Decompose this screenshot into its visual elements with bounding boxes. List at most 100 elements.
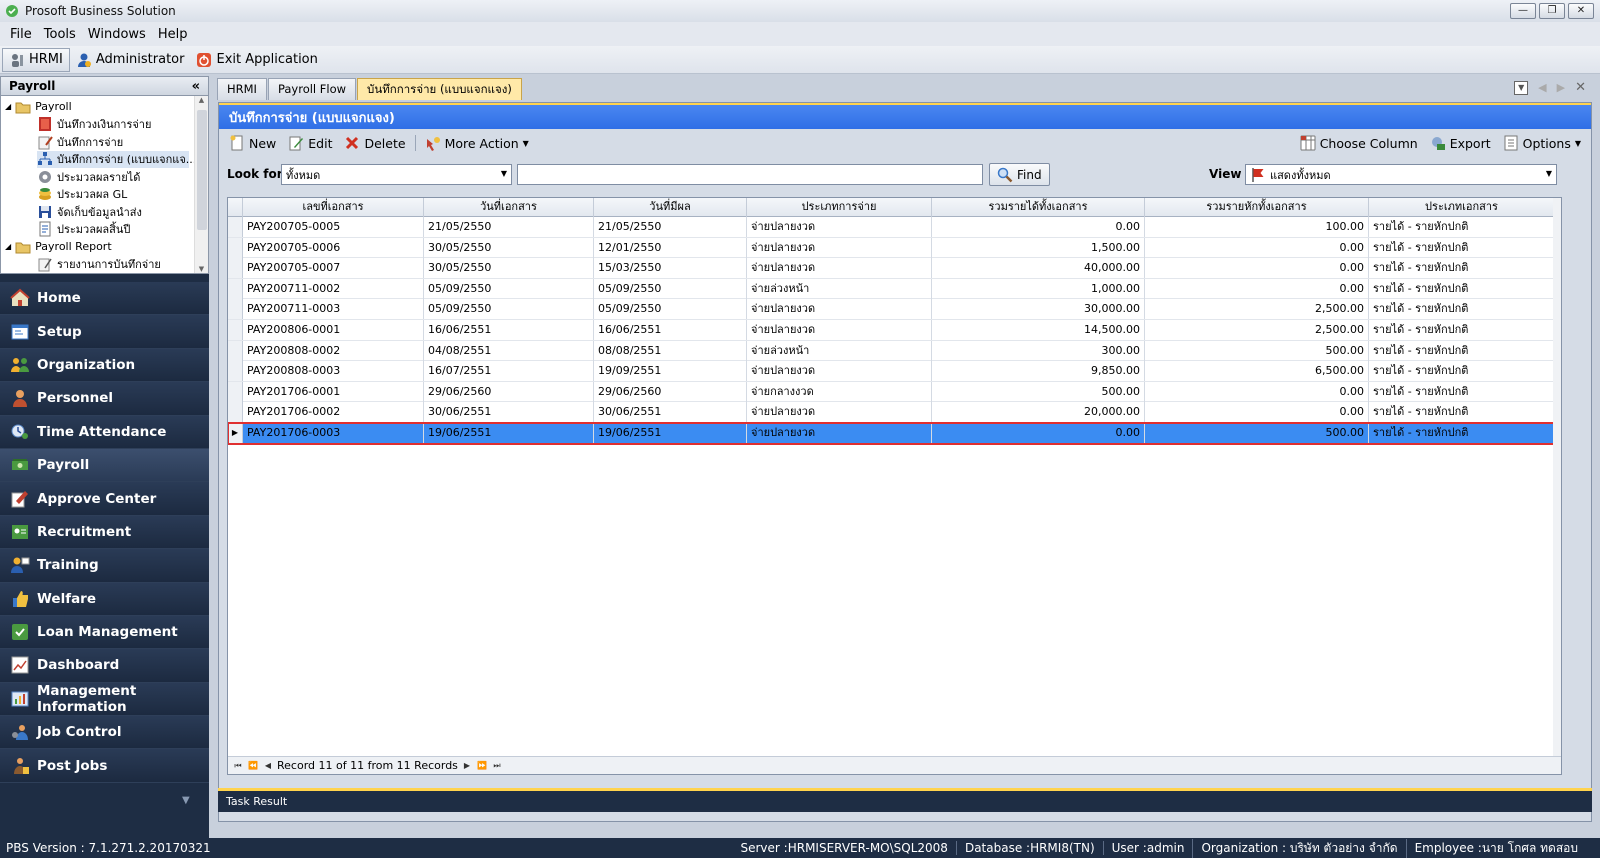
table-cell[interactable]: 0.00: [1145, 402, 1369, 423]
table-cell[interactable]: 2,500.00: [1145, 299, 1369, 320]
nav-time-attendance[interactable]: Time Attendance: [0, 415, 209, 449]
table-cell[interactable]: จ่ายปลายงวด: [747, 217, 932, 237]
table-cell[interactable]: 0.00: [932, 423, 1145, 443]
expand-icon[interactable]: ◢: [5, 242, 11, 251]
nav-personnel[interactable]: Personnel: [0, 382, 209, 416]
new-button[interactable]: New: [223, 132, 282, 154]
nav-welfare[interactable]: Welfare: [0, 582, 209, 616]
delete-button[interactable]: Delete: [338, 132, 411, 154]
tab-close-icon[interactable]: ✕: [1575, 80, 1586, 95]
administrator-button[interactable]: Administrator: [70, 48, 191, 72]
nav-organization[interactable]: Organization: [0, 348, 209, 383]
table-cell[interactable]: 0.00: [932, 217, 1145, 237]
tree-scroll-thumb[interactable]: [197, 110, 207, 230]
edit-button[interactable]: Edit: [282, 132, 338, 154]
hrmi-module-button[interactable]: HRMI: [2, 47, 70, 72]
find-button[interactable]: Find: [989, 163, 1050, 186]
table-cell[interactable]: 30,000.00: [932, 299, 1145, 320]
row-indicator[interactable]: ▶: [228, 423, 243, 443]
table-row[interactable]: PAY200705-0007 30/05/2550 15/03/2550 จ่ายปล…: [228, 258, 1555, 279]
table-cell[interactable]: 30/05/2550: [424, 237, 594, 258]
tab-scroll-left-icon[interactable]: ◀: [1538, 81, 1546, 94]
table-row[interactable]: PAY200808-0002 04/08/2551 08/08/2551 จ่ายล่…: [228, 340, 1555, 362]
table-row[interactable]: PAY200705-0005 21/05/2550 21/05/2550 จ่ายปล…: [228, 217, 1555, 238]
table-cell[interactable]: รายได้ - รายหักปกติ: [1369, 258, 1555, 279]
exit-application-button[interactable]: Exit Application: [190, 48, 323, 72]
table-row[interactable]: ▶ PAY201706-0003 19/06/2551 19/06/2551 จ่ายป…: [228, 422, 1556, 445]
nav-training[interactable]: Training: [0, 549, 209, 583]
table-row[interactable]: PAY201706-0002 30/06/2551 30/06/2551 จ่ายปล…: [228, 402, 1555, 423]
row-indicator[interactable]: [228, 278, 243, 299]
table-cell[interactable]: จ่ายปลายงวด: [747, 299, 932, 320]
table-cell[interactable]: PAY200808-0002: [243, 340, 424, 361]
table-cell[interactable]: จ่ายล่วงหน้า: [747, 278, 932, 299]
table-cell[interactable]: รายได้ - รายหักปกติ: [1369, 381, 1555, 402]
table-cell[interactable]: 100.00: [1145, 217, 1369, 237]
tree-item-process-gl[interactable]: ประมวลผล GL: [37, 186, 127, 203]
column-header[interactable]: เลขที่เอกสาร: [243, 198, 424, 217]
scroll-down-icon[interactable]: ▼: [195, 265, 208, 273]
collapse-panel-icon[interactable]: «: [192, 79, 200, 94]
tree-item-year-end[interactable]: ประมวลผลสิ้นปี: [37, 221, 130, 238]
table-cell[interactable]: 21/05/2550: [424, 217, 594, 237]
nav-loan-management[interactable]: Loan Management: [0, 615, 209, 650]
table-row[interactable]: PAY200808-0003 16/07/2551 19/09/2551 จ่ายปล…: [228, 361, 1555, 382]
table-cell[interactable]: 16/06/2551: [594, 320, 747, 340]
row-indicator[interactable]: [228, 258, 243, 279]
table-row[interactable]: PAY200806-0001 16/06/2551 16/06/2551 จ่ายปล…: [228, 320, 1555, 341]
table-cell[interactable]: 0.00: [1145, 278, 1369, 299]
table-cell[interactable]: 500.00: [1145, 423, 1369, 443]
table-cell[interactable]: 29/06/2560: [594, 381, 747, 402]
table-cell[interactable]: จ่ายปลายงวด: [747, 361, 932, 382]
look-for-dropdown[interactable]: ทั้งหมด ▼: [281, 164, 512, 185]
table-cell[interactable]: 12/01/2550: [594, 237, 747, 258]
column-header[interactable]: วันที่เอกสาร: [424, 198, 594, 217]
tree-item-store-submission[interactable]: จัดเก็บข้อมูลนำส่ง: [37, 203, 142, 220]
menu-tools[interactable]: Tools: [38, 27, 82, 42]
table-cell[interactable]: PAY201706-0001: [243, 381, 424, 402]
tree-item-process-income[interactable]: ประมวลผลรายได้: [37, 168, 140, 185]
tree-scrollbar[interactable]: ▲ ▼: [194, 96, 208, 273]
table-cell[interactable]: 21/05/2550: [594, 217, 747, 237]
column-header[interactable]: รวมรายได้ทั้งเอกสาร: [932, 198, 1145, 217]
menu-file[interactable]: File: [4, 27, 38, 42]
tab-scroll-right-icon[interactable]: ▶: [1557, 81, 1565, 94]
table-row[interactable]: PAY200711-0002 05/09/2550 05/09/2550 จ่ายล่…: [228, 278, 1555, 300]
table-cell[interactable]: PAY200705-0005: [243, 217, 424, 237]
table-cell[interactable]: 05/09/2550: [594, 299, 747, 320]
table-row[interactable]: PAY200705-0006 30/05/2550 12/01/2550 จ่ายปล…: [228, 237, 1555, 259]
table-cell[interactable]: PAY201706-0002: [243, 402, 424, 423]
table-row[interactable]: PAY200711-0003 05/09/2550 05/09/2550 จ่ายปล…: [228, 299, 1555, 320]
nav-recruitment[interactable]: Recruitment: [0, 515, 209, 550]
table-cell[interactable]: รายได้ - รายหักปกติ: [1369, 423, 1555, 443]
tree-item-payment-detailed[interactable]: บันทึกการจ่าย (แบบแจกแจ...: [37, 150, 196, 168]
tab-payment-detailed[interactable]: บันทึกการจ่าย (แบบแจกแจง): [357, 78, 522, 100]
choose-column-button[interactable]: Choose Column: [1294, 132, 1424, 154]
nav-dashboard[interactable]: Dashboard: [0, 649, 209, 683]
table-cell[interactable]: 40,000.00: [932, 258, 1145, 279]
tree-item-payment-limit[interactable]: บันทึกวงเงินการจ่าย: [37, 116, 151, 133]
more-action-button[interactable]: More Action ▼: [419, 132, 535, 154]
table-cell[interactable]: 30/06/2551: [424, 402, 594, 423]
table-cell[interactable]: รายได้ - รายหักปกติ: [1369, 402, 1555, 423]
table-cell[interactable]: 16/07/2551: [424, 361, 594, 382]
tree-item-payment-record[interactable]: บันทึกการจ่าย: [37, 133, 123, 150]
close-icon[interactable]: ✕: [1568, 3, 1594, 19]
nav-job-control[interactable]: Job Control: [0, 716, 209, 750]
view-dropdown[interactable]: แสดงทั้งหมด ▼: [1245, 164, 1557, 185]
table-cell[interactable]: 04/08/2551: [424, 340, 594, 361]
previous-page-icon[interactable]: ⏪: [247, 760, 259, 772]
previous-record-icon[interactable]: ◀: [262, 760, 274, 772]
table-cell[interactable]: รายได้ - รายหักปกติ: [1369, 340, 1555, 361]
table-cell[interactable]: PAY200705-0006: [243, 237, 424, 258]
table-row[interactable]: PAY201706-0001 29/06/2560 29/06/2560 จ่ายกล…: [228, 381, 1555, 403]
tree-item-payment-report[interactable]: รายงานการบันทึกจ่าย: [37, 256, 161, 273]
nav-management-information[interactable]: Management Information: [0, 682, 209, 717]
table-cell[interactable]: จ่ายปลายงวด: [747, 237, 932, 258]
row-indicator[interactable]: [228, 402, 243, 423]
task-result-bar[interactable]: Task Result: [218, 788, 1592, 812]
tab-hrmi[interactable]: HRMI: [217, 78, 267, 100]
table-cell[interactable]: รายได้ - รายหักปกติ: [1369, 361, 1555, 382]
row-indicator[interactable]: [228, 217, 243, 237]
table-cell[interactable]: 9,850.00: [932, 361, 1145, 382]
